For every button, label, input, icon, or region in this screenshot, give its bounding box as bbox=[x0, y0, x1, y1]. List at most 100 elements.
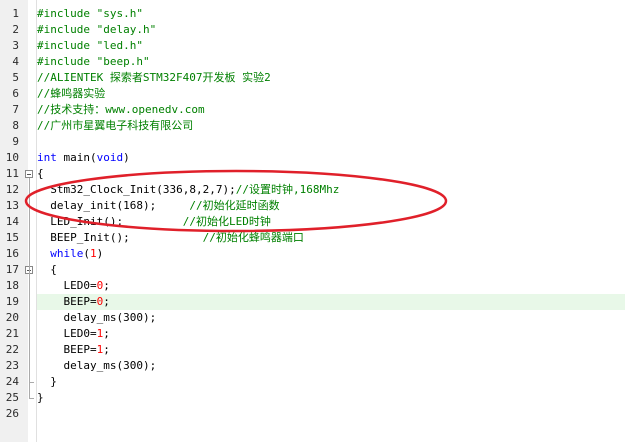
code-line[interactable]: 6 //蜂鸣器实验 bbox=[0, 86, 625, 102]
code-text[interactable]: BEEP=1; bbox=[37, 342, 625, 358]
code-text[interactable]: delay_init(168); //初始化延时函数 bbox=[37, 198, 625, 214]
code-text[interactable]: } bbox=[37, 390, 625, 406]
line-number: 10 bbox=[5, 151, 19, 164]
code-line[interactable]: 25} bbox=[0, 390, 625, 406]
code-text[interactable]: BEEP_Init(); //初始化蜂鸣器端口 bbox=[37, 230, 625, 246]
code-text[interactable]: #include "led.h" bbox=[37, 38, 625, 54]
code-text[interactable]: LED0=0; bbox=[37, 278, 625, 294]
line-number: 22 bbox=[5, 343, 19, 356]
code-text[interactable]: Stm32_Clock_Init(336,8,2,7);//设置时钟,168Mh… bbox=[37, 182, 625, 198]
code-token: "beep.h" bbox=[96, 55, 150, 68]
code-line[interactable]: 2 #include "delay.h" bbox=[0, 22, 625, 38]
code-line[interactable]: 26 bbox=[0, 406, 625, 422]
code-text[interactable]: LED_Init(); //初始化LED时钟 bbox=[37, 214, 625, 230]
code-text[interactable]: { bbox=[37, 166, 625, 182]
code-line[interactable]: 24 } bbox=[0, 374, 625, 390]
code-token: 300 bbox=[123, 359, 143, 372]
code-line[interactable]: 5 //ALIENTEK 探索者STM32F407开发板 实验2 bbox=[0, 70, 625, 86]
code-text[interactable]: //蜂鸣器实验 bbox=[37, 86, 625, 102]
code-token: #include bbox=[37, 23, 97, 36]
code-text[interactable]: { bbox=[37, 262, 625, 278]
code-line[interactable]: 3 #include "led.h" bbox=[0, 38, 625, 54]
code-token: ); bbox=[222, 183, 236, 196]
code-token: "sys.h" bbox=[96, 7, 143, 20]
code-line[interactable]: 12 Stm32_Clock_Init(336,8,2,7);//设置时钟,16… bbox=[0, 182, 625, 198]
code-token: 300 bbox=[123, 311, 143, 324]
code-line[interactable]: 16 while(1) bbox=[0, 246, 625, 262]
code-text[interactable]: #include "beep.h" bbox=[37, 54, 625, 70]
line-number: 13 bbox=[5, 199, 19, 212]
code-text[interactable]: //技术支持：www.openedv.com bbox=[37, 102, 625, 118]
code-line[interactable]: 15 BEEP_Init(); //初始化蜂鸣器端口 bbox=[0, 230, 625, 246]
line-number: 12 bbox=[5, 183, 19, 196]
code-line[interactable]: 23 delay_ms(300); bbox=[0, 358, 625, 374]
line-number: 6 bbox=[12, 87, 19, 100]
code-token: ) bbox=[123, 151, 130, 164]
code-token: 1 bbox=[90, 247, 97, 260]
line-number: 17 bbox=[5, 263, 19, 276]
line-number: 9 bbox=[12, 135, 19, 148]
code-token: LED0= bbox=[37, 279, 97, 292]
code-token: //技术支持：www.openedv.com bbox=[37, 103, 205, 116]
code-line[interactable]: 8 //广州市星翼电子科技有限公司 bbox=[0, 118, 625, 134]
code-token: #include bbox=[37, 39, 97, 52]
line-number: 14 bbox=[5, 215, 19, 228]
code-token: 168 bbox=[123, 199, 143, 212]
code-token: void bbox=[96, 151, 124, 164]
code-token: BEEP= bbox=[37, 343, 97, 356]
code-line[interactable]: 9 bbox=[0, 134, 625, 150]
code-token: delay_ms( bbox=[37, 359, 124, 372]
code-token: ; bbox=[103, 295, 110, 308]
code-token: , bbox=[195, 183, 203, 196]
line-number: 26 bbox=[5, 407, 19, 420]
code-text[interactable]: #include "sys.h" bbox=[37, 6, 625, 22]
code-line[interactable]: 17 { bbox=[0, 262, 625, 278]
code-line[interactable]: 14 LED_Init(); //初始化LED时钟 bbox=[0, 214, 625, 230]
code-line[interactable]: 4 #include "beep.h" bbox=[0, 54, 625, 70]
code-line[interactable]: 18 LED0=0; bbox=[0, 278, 625, 294]
code-text[interactable] bbox=[37, 406, 625, 422]
code-token: Stm32_Clock_Init( bbox=[37, 183, 163, 196]
code-text[interactable]: delay_ms(300); bbox=[37, 310, 625, 326]
code-text[interactable]: //ALIENTEK 探索者STM32F407开发板 实验2 bbox=[37, 70, 625, 86]
code-line[interactable]: 19 BEEP=0; bbox=[0, 294, 625, 310]
code-token: //广州市星翼电子科技有限公司 bbox=[37, 119, 194, 132]
code-text[interactable] bbox=[37, 134, 625, 150]
code-text[interactable]: delay_ms(300); bbox=[37, 358, 625, 374]
code-token: { bbox=[37, 263, 57, 276]
code-text[interactable]: LED0=1; bbox=[37, 326, 625, 342]
code-token: ; bbox=[103, 279, 110, 292]
code-token: ; bbox=[103, 343, 110, 356]
code-token: ); bbox=[142, 199, 190, 212]
line-number: 7 bbox=[12, 103, 19, 116]
code-token: //设置时钟,168Mhz bbox=[235, 183, 340, 196]
code-text[interactable]: BEEP=0; bbox=[37, 294, 625, 310]
code-line[interactable]: 21 LED0=1; bbox=[0, 326, 625, 342]
line-number: 8 bbox=[12, 119, 19, 132]
code-text[interactable]: int main(void) bbox=[37, 150, 625, 166]
code-line[interactable]: 20 delay_ms(300); bbox=[0, 310, 625, 326]
code-line[interactable]: 7 //技术支持：www.openedv.com bbox=[0, 102, 625, 118]
line-number: 5 bbox=[12, 71, 19, 84]
code-token: ) bbox=[96, 247, 104, 260]
code-token: "delay.h" bbox=[96, 23, 157, 36]
fold-toggle-icon[interactable] bbox=[25, 170, 33, 178]
line-number: 25 bbox=[5, 391, 19, 404]
code-editor[interactable]: 1 #include "sys.h" 2 #include "delay.h" 3 #in… bbox=[0, 0, 625, 442]
code-line[interactable]: 13 delay_init(168); //初始化延时函数 bbox=[0, 198, 625, 214]
code-text[interactable]: #include "delay.h" bbox=[37, 22, 625, 38]
code-token: BEEP_Init(); bbox=[37, 231, 203, 244]
code-line[interactable]: 22 BEEP=1; bbox=[0, 342, 625, 358]
code-token: delay_ms( bbox=[37, 311, 124, 324]
code-text[interactable]: } bbox=[37, 374, 625, 390]
line-number: 19 bbox=[5, 295, 19, 308]
code-line[interactable]: 10 int main(void) bbox=[0, 150, 625, 166]
code-line[interactable]: 11 { bbox=[0, 166, 625, 182]
line-number: 24 bbox=[5, 375, 19, 388]
code-token: , bbox=[209, 183, 216, 196]
code-text[interactable]: while(1) bbox=[37, 246, 625, 262]
line-number: 1 bbox=[12, 7, 19, 20]
code-line[interactable]: 1 #include "sys.h" bbox=[0, 6, 625, 22]
code-text[interactable]: //广州市星翼电子科技有限公司 bbox=[37, 118, 625, 134]
code-token: 336 bbox=[162, 183, 183, 196]
